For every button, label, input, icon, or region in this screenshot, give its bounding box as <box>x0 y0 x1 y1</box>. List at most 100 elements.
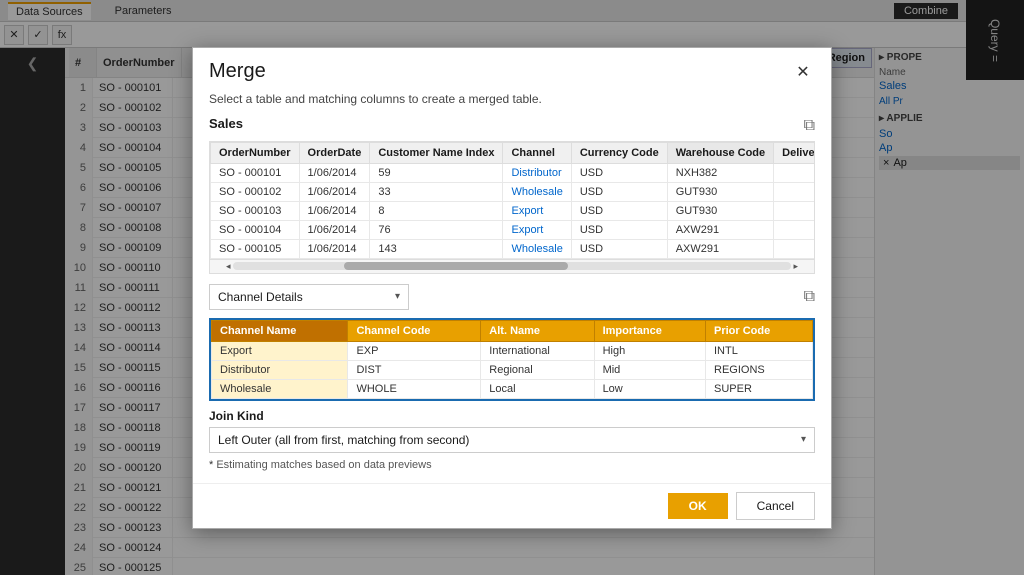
join-kind-section: Join Kind Left Outer (all from first, ma… <box>209 409 815 471</box>
channel-table-container: Channel NameChannel CodeAlt. NameImporta… <box>209 318 815 401</box>
join-dropdown-arrow-icon: ▾ <box>801 434 806 445</box>
sales-table-cell: GUT930 <box>667 182 773 201</box>
cancel-button[interactable]: Cancel <box>736 492 815 520</box>
modal-title: Merge <box>209 60 266 83</box>
modal-subtitle: Select a table and matching columns to c… <box>193 92 831 116</box>
channel-table-cell: International <box>481 341 594 360</box>
channel-copy-icon[interactable]: ⧉ <box>804 288 815 306</box>
sales-col-header[interactable]: OrderDate <box>299 142 370 163</box>
sales-table-row: SO - 0001021/06/201433WholesaleUSDGUT930 <box>211 182 815 201</box>
sales-scroll-bar[interactable]: ◂ ▸ <box>210 259 814 273</box>
channel-table-cell: Distributor <box>212 360 348 379</box>
sales-table-cell: USD <box>571 239 667 258</box>
sales-table-cell: Export <box>503 201 571 220</box>
sales-table-cell: 1/06/2014 <box>299 182 370 201</box>
modal-titlebar: Merge ✕ <box>193 48 831 92</box>
sales-table-cell: GUT930 <box>667 201 773 220</box>
sales-table-row: SO - 0001051/06/2014143WholesaleUSDAXW29… <box>211 239 815 258</box>
channel-table-cell: Local <box>481 379 594 398</box>
sales-table-cell: AXW291 <box>667 220 773 239</box>
sales-section-label: Sales <box>209 116 243 131</box>
channel-col-header[interactable]: Importance <box>594 320 705 341</box>
sales-table-cell: NXH382 <box>667 163 773 182</box>
sales-table-scroll: OrderNumberOrderDateCustomer Name IndexC… <box>210 142 814 259</box>
sales-table-cell: SO - 000101 <box>211 163 300 182</box>
sales-table-cell: 33 <box>370 182 503 201</box>
scroll-right-arrow[interactable]: ▸ <box>791 261 800 272</box>
channel-table-row: ExportEXPInternationalHighINTL <box>212 341 813 360</box>
modal-body: Sales ⧉ OrderNumberOrderDateCustomer Nam… <box>193 116 831 483</box>
modal-close-button[interactable]: ✕ <box>791 60 815 84</box>
sales-table-cell: USD <box>571 163 667 182</box>
sales-table-cell: Wholesale <box>503 182 571 201</box>
channel-table-cell: Mid <box>594 360 705 379</box>
ok-button[interactable]: OK <box>668 493 728 519</box>
channel-table-cell: DIST <box>348 360 481 379</box>
estimate-note: Estimating matches based on data preview… <box>209 459 815 471</box>
scroll-track <box>233 262 792 270</box>
merge-modal: Merge ✕ Select a table and matching colu… <box>192 47 832 529</box>
dropdown-arrow-icon: ▾ <box>395 291 400 302</box>
sales-table-cell: 1/06/2014 <box>299 201 370 220</box>
sales-col-header[interactable]: Currency Code <box>571 142 667 163</box>
sales-table-cell: USD <box>571 182 667 201</box>
modal-footer: OK Cancel <box>193 483 831 528</box>
channel-dropdown-value: Channel Details <box>218 290 303 304</box>
sales-table-cell <box>774 220 814 239</box>
channel-table-cell: Low <box>594 379 705 398</box>
sales-table-cell: 1/06/2014 <box>299 220 370 239</box>
sales-col-header[interactable]: Channel <box>503 142 571 163</box>
sales-table-cell: 1/06/2014 <box>299 163 370 182</box>
sales-table-cell: 143 <box>370 239 503 258</box>
sales-table-cell: SO - 000104 <box>211 220 300 239</box>
join-kind-dropdown[interactable]: Left Outer (all from first, matching fro… <box>209 427 815 453</box>
channel-table-cell: Wholesale <box>212 379 348 398</box>
join-kind-value: Left Outer (all from first, matching fro… <box>218 433 469 447</box>
sales-table: OrderNumberOrderDateCustomer Name IndexC… <box>210 142 814 259</box>
channel-col-header[interactable]: Channel Name <box>212 320 348 341</box>
sales-table-cell: Export <box>503 220 571 239</box>
channel-dropdown[interactable]: Channel Details ▾ <box>209 284 409 310</box>
join-kind-label: Join Kind <box>209 409 815 423</box>
sales-col-header[interactable]: Warehouse Code <box>667 142 773 163</box>
sales-col-header[interactable]: Customer Name Index <box>370 142 503 163</box>
sales-col-header[interactable]: OrderNumber <box>211 142 300 163</box>
sales-table-cell: 1/06/2014 <box>299 239 370 258</box>
channel-table-row: WholesaleWHOLELocalLowSUPER <box>212 379 813 398</box>
sales-table-cell: SO - 000103 <box>211 201 300 220</box>
channel-table-cell: Regional <box>481 360 594 379</box>
channel-table-cell: Export <box>212 341 348 360</box>
channel-table: Channel NameChannel CodeAlt. NameImporta… <box>211 320 813 399</box>
sales-table-row: SO - 0001031/06/20148ExportUSDGUT930 <box>211 201 815 220</box>
sales-table-cell: Wholesale <box>503 239 571 258</box>
sales-table-cell: AXW291 <box>667 239 773 258</box>
channel-table-row: DistributorDISTRegionalMidREGIONS <box>212 360 813 379</box>
channel-col-header[interactable]: Prior Code <box>706 320 813 341</box>
sales-table-cell: 76 <box>370 220 503 239</box>
scroll-left-arrow[interactable]: ◂ <box>224 261 233 272</box>
sales-table-cell: SO - 000102 <box>211 182 300 201</box>
channel-table-cell: EXP <box>348 341 481 360</box>
sales-table-row: SO - 0001041/06/201476ExportUSDAXW291 <box>211 220 815 239</box>
sales-col-header[interactable]: Delivery R <box>774 142 814 163</box>
sales-table-cell: Distributor <box>503 163 571 182</box>
channel-table-cell: WHOLE <box>348 379 481 398</box>
channel-dropdown-container: Channel Details ▾ ⧉ <box>209 284 815 310</box>
sales-table-cell: 8 <box>370 201 503 220</box>
channel-table-cell: INTL <box>706 341 813 360</box>
sales-table-row: SO - 0001011/06/201459DistributorUSDNXH3… <box>211 163 815 182</box>
sales-table-cell <box>774 201 814 220</box>
sales-table-cell: USD <box>571 201 667 220</box>
channel-table-cell: High <box>594 341 705 360</box>
sales-table-cell: SO - 000105 <box>211 239 300 258</box>
sales-copy-icon[interactable]: ⧉ <box>804 117 815 135</box>
sales-table-cell <box>774 182 814 201</box>
sales-table-cell: 59 <box>370 163 503 182</box>
channel-col-header[interactable]: Channel Code <box>348 320 481 341</box>
scroll-thumb <box>344 262 568 270</box>
channel-table-cell: REGIONS <box>706 360 813 379</box>
sales-table-cell: USD <box>571 220 667 239</box>
channel-table-cell: SUPER <box>706 379 813 398</box>
modal-overlay: Merge ✕ Select a table and matching colu… <box>0 0 1024 575</box>
channel-col-header[interactable]: Alt. Name <box>481 320 594 341</box>
